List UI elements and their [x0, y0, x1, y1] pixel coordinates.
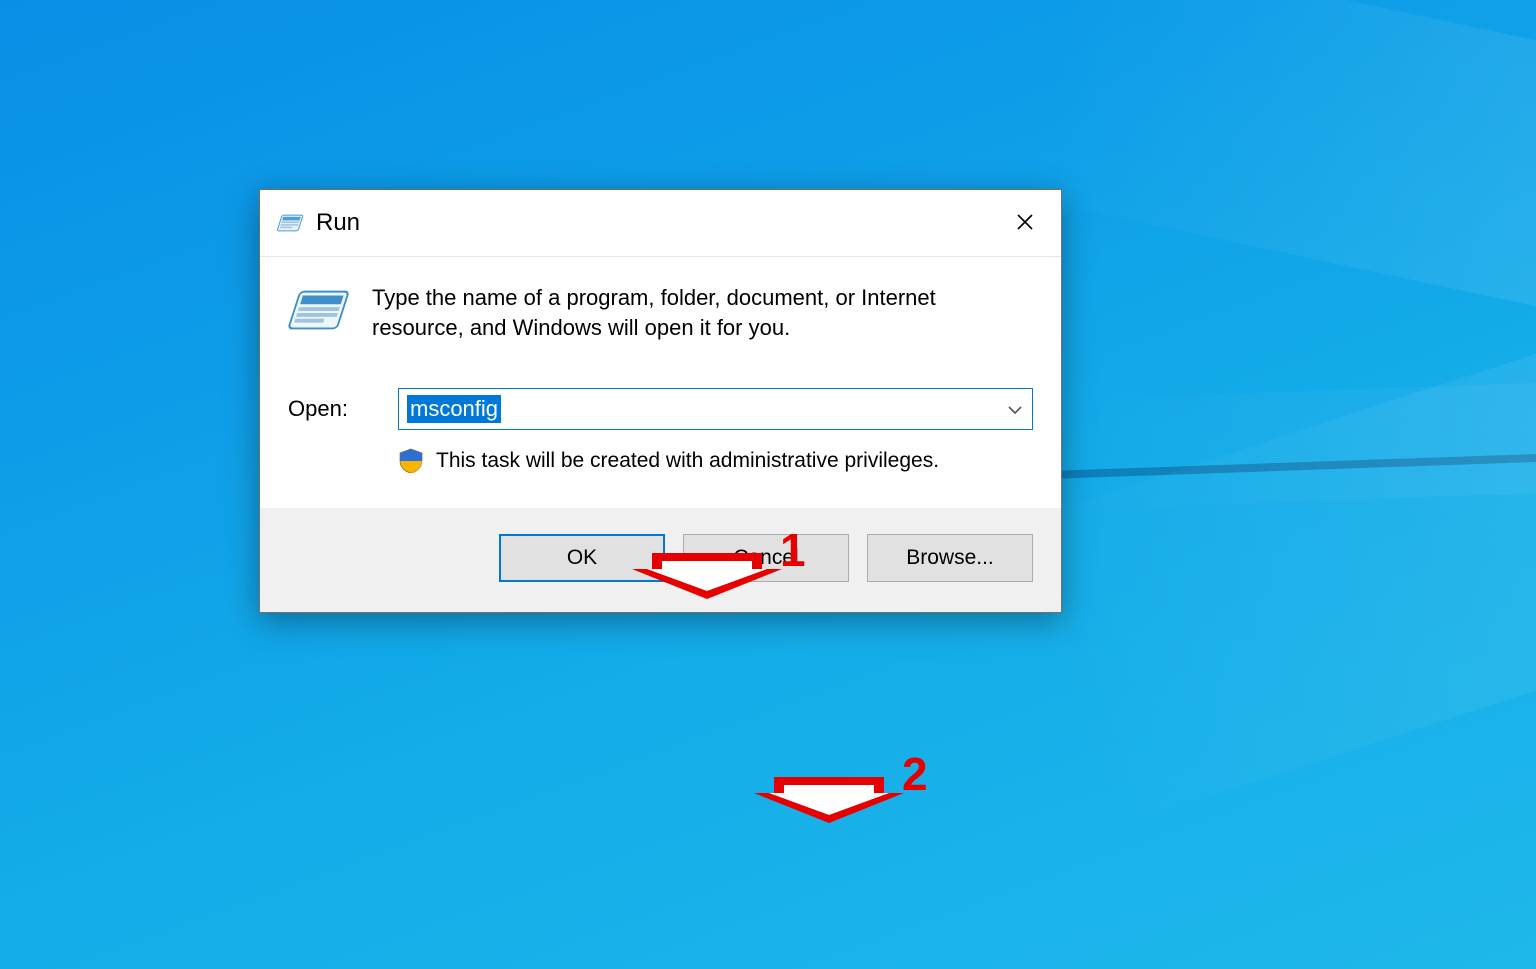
admin-privileges-note: This task will be created with administr…: [436, 449, 939, 473]
close-button[interactable]: [989, 190, 1061, 256]
close-icon: [1015, 208, 1035, 239]
open-combobox[interactable]: msconfig: [398, 388, 1033, 430]
run-app-icon: [276, 212, 304, 234]
title-bar[interactable]: Run: [260, 190, 1061, 257]
cancel-button[interactable]: Cancel: [683, 534, 849, 582]
uac-shield-icon: [398, 448, 424, 474]
open-input[interactable]: [405, 394, 1000, 424]
dialog-title: Run: [316, 209, 989, 237]
chevron-down-icon[interactable]: [1000, 399, 1022, 420]
dialog-description: Type the name of a program, folder, docu…: [372, 283, 1033, 342]
run-dialog: Run Type the name of a program: [259, 189, 1062, 613]
dialog-footer: OK Cancel Browse...: [260, 508, 1061, 612]
ok-button[interactable]: OK: [499, 534, 665, 582]
browse-button[interactable]: Browse...: [867, 534, 1033, 582]
open-label: Open:: [288, 396, 374, 422]
run-large-icon: [288, 287, 350, 335]
dialog-content: Type the name of a program, folder, docu…: [260, 257, 1061, 508]
